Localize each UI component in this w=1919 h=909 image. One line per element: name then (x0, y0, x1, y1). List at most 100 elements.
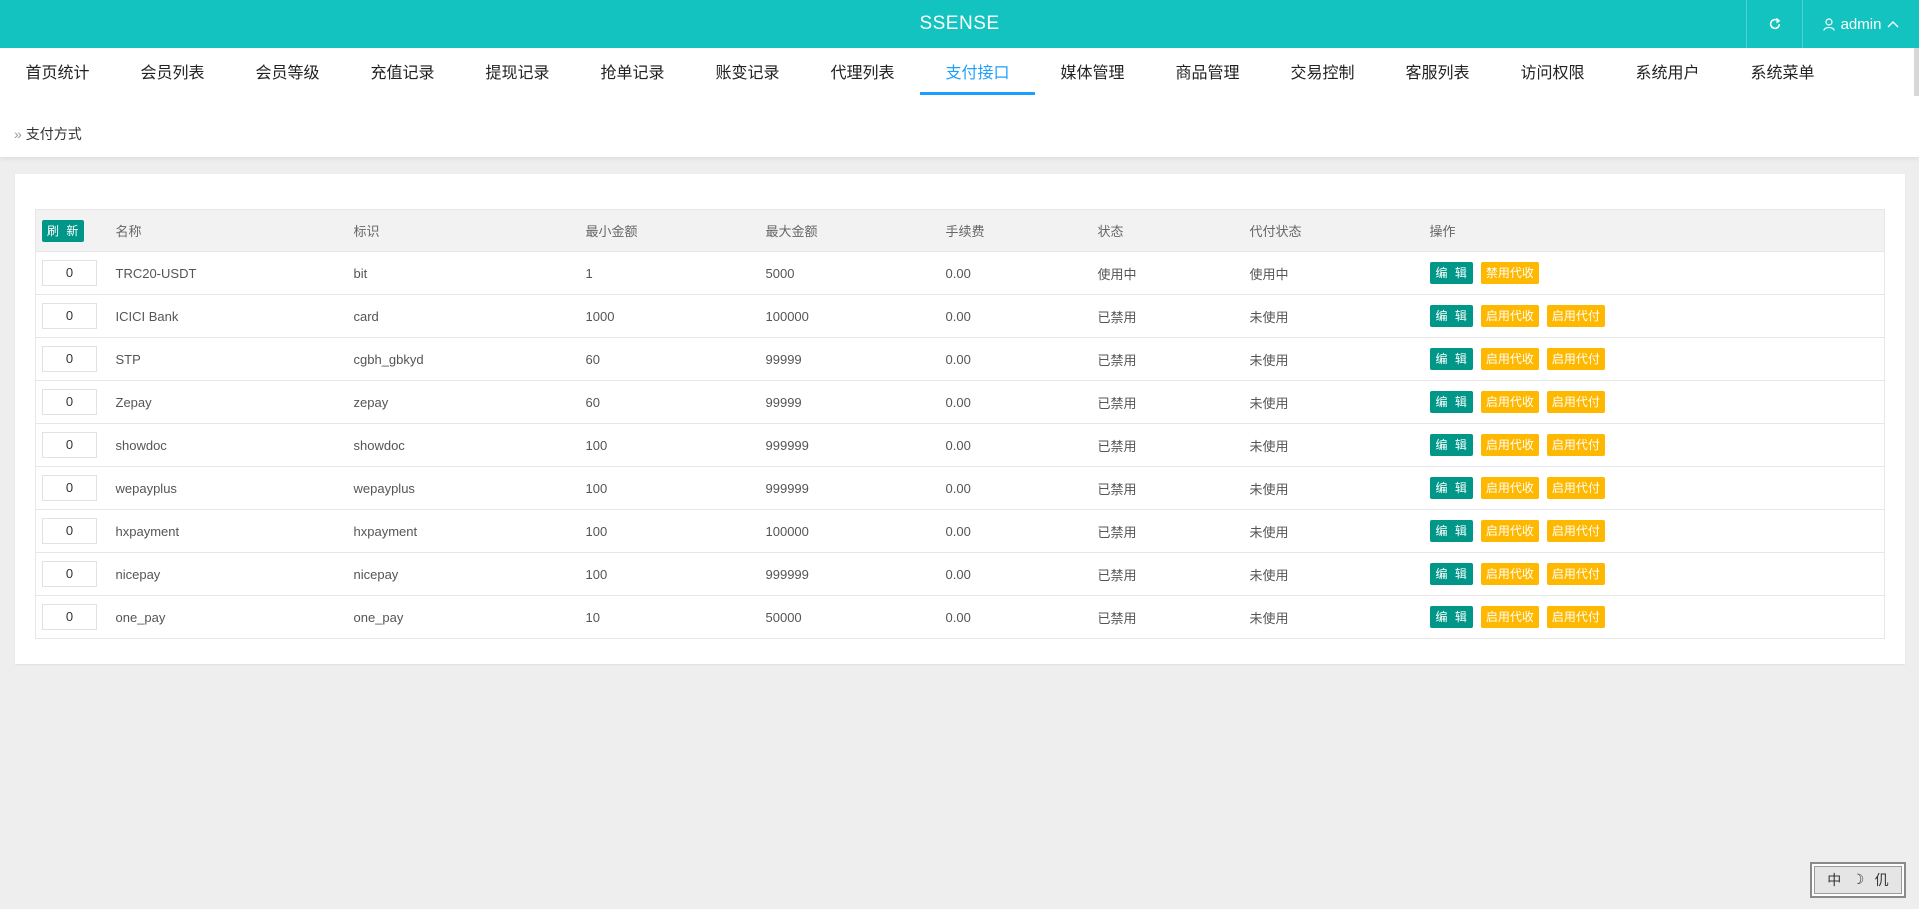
table-row: 0 wepayplus wepayplus 100 999999 0.00 已禁用 未使用编 … (35, 466, 1885, 510)
cell-status: 已禁用 (1097, 466, 1250, 510)
nav-item[interactable]: 客服列表 (1380, 48, 1495, 100)
sort-input[interactable]: 0 (42, 389, 97, 415)
table-row: 0 TRC20-USDT bit 1 5000 0.00 使用中 使用中编 辑禁用代收 (35, 251, 1885, 295)
nav-item[interactable]: 提现记录 (460, 48, 575, 100)
cell-sort: 0 (35, 337, 116, 381)
toggle-collect-button[interactable]: 启用代收 (1480, 606, 1539, 628)
toggle-collect-button[interactable]: 启用代收 (1480, 391, 1539, 413)
toggle-payout-button[interactable]: 启用代付 (1546, 606, 1605, 628)
toggle-payout-button[interactable]: 启用代付 (1546, 348, 1605, 370)
toggle-collect-button[interactable]: 禁用代收 (1480, 262, 1539, 284)
edit-button[interactable]: 编 辑 (1429, 305, 1473, 327)
table-row: 0 showdoc showdoc 100 999999 0.00 已禁用 未使用编 辑启用代… (35, 423, 1885, 467)
edit-button[interactable]: 编 辑 (1429, 262, 1473, 284)
nav-item[interactable]: 抢单记录 (575, 48, 690, 100)
cell-fee: 0.00 (945, 509, 1098, 553)
refresh-icon (1769, 17, 1780, 30)
ime-char[interactable]: 仉 (1875, 870, 1889, 890)
nav-item[interactable]: 访问权限 (1495, 48, 1610, 100)
edit-button[interactable]: 编 辑 (1429, 434, 1473, 456)
nav-item[interactable]: 会员等级 (230, 48, 345, 100)
cell-code: card (353, 294, 586, 338)
cell-payout-status: 未使用 (1249, 294, 1430, 338)
sort-input[interactable]: 0 (42, 518, 97, 544)
toggle-collect-button[interactable]: 启用代收 (1480, 434, 1539, 456)
cell-code: hxpayment (353, 509, 586, 553)
cell-payout-status: 未使用 (1249, 552, 1430, 596)
toggle-collect-button[interactable]: 启用代收 (1480, 563, 1539, 585)
table-row: 0 STP cgbh_gbkyd 60 99999 0.00 已禁用 未使用编 辑启用代收 启用… (35, 337, 1885, 381)
ime-toolbar[interactable]: 中 ☽ 仉 (1810, 862, 1906, 898)
sort-input[interactable]: 0 (42, 604, 97, 630)
cell-min: 60 (585, 337, 766, 381)
th-code: 标识 (353, 209, 586, 252)
nav-item[interactable]: 商品管理 (1150, 48, 1265, 100)
sort-input[interactable]: 0 (42, 260, 97, 286)
cell-name: ICICI Bank (115, 294, 354, 338)
th-max: 最大金额 (765, 209, 946, 252)
nav-item[interactable]: 系统菜单 (1725, 48, 1840, 100)
content-card: 刷 新 名称 标识 最小金额 最大金额 手续费 状态 代付状态 操作 0 TRC2… (15, 174, 1905, 664)
th-min: 最小金额 (585, 209, 766, 252)
toggle-collect-button[interactable]: 启用代收 (1480, 520, 1539, 542)
nav-item[interactable]: 会员列表 (115, 48, 230, 100)
edit-button[interactable]: 编 辑 (1429, 520, 1473, 542)
nav-item[interactable]: 媒体管理 (1035, 48, 1150, 100)
sort-input[interactable]: 0 (42, 346, 97, 372)
cell-payout-status: 未使用 (1249, 380, 1430, 424)
edit-button[interactable]: 编 辑 (1429, 563, 1473, 585)
edit-button[interactable]: 编 辑 (1429, 391, 1473, 413)
cell-payout-status: 未使用 (1249, 466, 1430, 510)
cell-min: 1 (585, 251, 766, 295)
cell-min: 100 (585, 509, 766, 553)
th-actions: 操作 (1429, 209, 1885, 252)
nav-item[interactable]: 账变记录 (690, 48, 805, 100)
nav-item[interactable]: 交易控制 (1265, 48, 1380, 100)
user-menu[interactable]: admin (1802, 0, 1919, 48)
cell-name: Zepay (115, 380, 354, 424)
cell-payout-status: 未使用 (1249, 423, 1430, 467)
cell-name: wepayplus (115, 466, 354, 510)
scrollbar[interactable] (1914, 48, 1919, 96)
cell-payout-status: 未使用 (1249, 337, 1430, 381)
nav-item[interactable]: 支付接口 (920, 48, 1035, 100)
toggle-payout-button[interactable]: 启用代付 (1546, 477, 1605, 499)
toggle-payout-button[interactable]: 启用代付 (1546, 563, 1605, 585)
sort-input[interactable]: 0 (42, 475, 97, 501)
toggle-collect-button[interactable]: 启用代收 (1480, 477, 1539, 499)
toggle-collect-button[interactable]: 启用代收 (1480, 348, 1539, 370)
toggle-payout-button[interactable]: 启用代付 (1546, 391, 1605, 413)
edit-button[interactable]: 编 辑 (1429, 348, 1473, 370)
cell-sort: 0 (35, 595, 116, 639)
edit-button[interactable]: 编 辑 (1429, 606, 1473, 628)
ime-char[interactable]: ☽ (1852, 872, 1865, 888)
nav-item[interactable]: 首页统计 (0, 48, 115, 100)
cell-fee: 0.00 (945, 595, 1098, 639)
cell-payout-status: 未使用 (1249, 595, 1430, 639)
table-refresh-button[interactable]: 刷 新 (42, 219, 85, 242)
cell-sort: 0 (35, 509, 116, 553)
ime-char[interactable]: 中 (1827, 870, 1841, 890)
cell-name: TRC20-USDT (115, 251, 354, 295)
toggle-payout-button[interactable]: 启用代付 (1546, 434, 1605, 456)
toggle-payout-button[interactable]: 启用代付 (1546, 305, 1605, 327)
user-icon (1822, 17, 1835, 31)
nav-item[interactable]: 充值记录 (345, 48, 460, 100)
nav-item[interactable]: 系统用户 (1610, 48, 1725, 100)
refresh-page-button[interactable] (1746, 0, 1802, 48)
cell-status: 已禁用 (1097, 294, 1250, 338)
cell-actions: 编 辑启用代收 启用代付 (1429, 552, 1885, 596)
nav-item[interactable]: 代理列表 (805, 48, 920, 100)
edit-button[interactable]: 编 辑 (1429, 477, 1473, 499)
th-fee: 手续费 (945, 209, 1098, 252)
sort-input[interactable]: 0 (42, 561, 97, 587)
sort-input[interactable]: 0 (42, 303, 97, 329)
cell-sort: 0 (35, 380, 116, 424)
cell-name: hxpayment (115, 509, 354, 553)
sort-input[interactable]: 0 (42, 432, 97, 458)
cell-min: 100 (585, 466, 766, 510)
toggle-payout-button[interactable]: 启用代付 (1546, 520, 1605, 542)
cell-fee: 0.00 (945, 423, 1098, 467)
cell-sort: 0 (35, 466, 116, 510)
toggle-collect-button[interactable]: 启用代收 (1480, 305, 1539, 327)
